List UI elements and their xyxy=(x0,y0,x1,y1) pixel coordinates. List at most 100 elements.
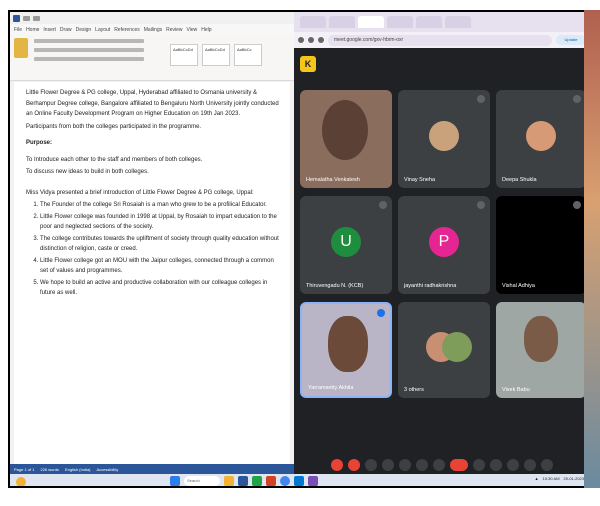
style-no-spacing[interactable]: AaBbCcDd xyxy=(202,44,230,66)
more-options-icon[interactable] xyxy=(433,459,445,471)
participant-name: Hemalatha Venkatesh xyxy=(306,177,360,183)
participant-tile[interactable]: Vinay Sneha xyxy=(398,90,490,188)
tab-home[interactable]: Home xyxy=(26,27,39,33)
chat-icon[interactable] xyxy=(507,459,519,471)
tab-file[interactable]: File xyxy=(14,27,22,33)
participant-tile[interactable]: Vivek Babu xyxy=(496,302,586,398)
browser-tab[interactable] xyxy=(329,16,355,28)
browser-toolbar: meet.google.com/gxv-hbrm-oxr Update xyxy=(294,32,590,48)
participant-name: Vivek Babu xyxy=(502,387,530,393)
tab-review[interactable]: Review xyxy=(166,27,182,33)
camera-icon[interactable] xyxy=(348,459,360,471)
browser-tab[interactable] xyxy=(387,16,413,28)
status-words: 226 words xyxy=(40,466,59,472)
tab-references[interactable]: References xyxy=(114,27,140,33)
list-item: Little Flower college got an MOU with th… xyxy=(40,256,282,277)
desktop-wallpaper-strip xyxy=(584,10,600,488)
tab-design[interactable]: Design xyxy=(76,27,92,33)
edge-icon[interactable] xyxy=(294,476,304,486)
file-explorer-icon[interactable] xyxy=(224,476,234,486)
doc-paragraph: Little Flower Degree & PG college, Uppal… xyxy=(26,90,279,117)
browser-window: meet.google.com/gxv-hbrm-oxr Update K He… xyxy=(294,12,590,474)
tab-mailings[interactable]: Mailings xyxy=(144,27,162,33)
participant-tile[interactable]: Vishal Adhiya xyxy=(496,196,586,294)
participant-tile[interactable]: 3 others xyxy=(398,302,490,398)
tab-draw[interactable]: Draw xyxy=(60,27,72,33)
weather-icon[interactable] xyxy=(16,477,26,486)
tab-help[interactable]: Help xyxy=(201,27,211,33)
people-icon[interactable] xyxy=(490,459,502,471)
document-page[interactable]: Little Flower Degree & PG college, Uppal… xyxy=(14,82,290,474)
word-status-bar: Page 1 of 1 226 words English (India) Ac… xyxy=(10,464,294,474)
tab-insert[interactable]: Insert xyxy=(43,27,56,33)
lock-icon[interactable] xyxy=(541,459,553,471)
captions-icon[interactable] xyxy=(365,459,377,471)
undo-icon[interactable] xyxy=(33,15,40,21)
present-icon[interactable] xyxy=(399,459,411,471)
avatar-initial: P xyxy=(429,227,459,257)
participant-tile[interactable]: Hemalatha Venkatesh xyxy=(300,90,392,188)
teams-icon[interactable] xyxy=(308,476,318,486)
meet-view: K Hemalatha Venkatesh Vinay Sneha Deepa … xyxy=(294,48,590,474)
word-ribbon: AaBbCcDd AaBbCcDd AaBbCc xyxy=(10,35,294,81)
participant-name: 3 others xyxy=(404,387,424,393)
font-controls[interactable] xyxy=(34,39,144,66)
back-icon[interactable] xyxy=(298,37,304,43)
avatar xyxy=(429,121,459,151)
wifi-icon[interactable]: ▲ xyxy=(535,476,539,481)
participant-name: Yarramsetty Akhila xyxy=(308,385,354,391)
list-item: We hope to build an active and productiv… xyxy=(40,278,282,299)
raise-hand-icon[interactable] xyxy=(416,459,428,471)
doc-paragraph: Participants from both the colleges part… xyxy=(26,123,202,130)
style-normal[interactable]: AaBbCcDd xyxy=(170,44,198,66)
start-icon[interactable] xyxy=(170,476,180,486)
participant-video xyxy=(322,100,368,160)
browser-tab[interactable] xyxy=(445,16,471,28)
tab-layout[interactable]: Layout xyxy=(95,27,110,33)
update-button[interactable]: Update xyxy=(556,35,586,45)
browser-tab[interactable] xyxy=(300,16,326,28)
participant-tile[interactable]: P jayanthi radhakrishna xyxy=(398,196,490,294)
reload-icon[interactable] xyxy=(318,37,324,43)
meet-controls xyxy=(294,456,590,474)
word-icon[interactable] xyxy=(238,476,248,486)
participant-name: Vishal Adhiya xyxy=(502,283,535,289)
status-page: Page 1 of 1 xyxy=(14,466,35,472)
word-title-bar xyxy=(10,12,294,24)
word-window: File Home Insert Draw Design Layout Refe… xyxy=(10,12,294,474)
emoji-icon[interactable] xyxy=(382,459,394,471)
hangup-button[interactable] xyxy=(450,459,468,471)
doc-intro: Miss Vidya presented a brief introductio… xyxy=(26,189,254,196)
paste-icon[interactable] xyxy=(14,38,28,58)
doc-heading: Purpose: xyxy=(26,140,53,146)
participant-name: Thiruvengadu N. (KCB) xyxy=(306,283,364,289)
participant-tile[interactable]: U Thiruvengadu N. (KCB) xyxy=(300,196,392,294)
powerpoint-icon[interactable] xyxy=(266,476,276,486)
style-heading[interactable]: AaBbCc xyxy=(234,44,262,66)
participant-name: Vinay Sneha xyxy=(404,177,436,183)
participant-tile-speaking[interactable]: Yarramsetty Akhila xyxy=(300,302,392,398)
mic-icon[interactable] xyxy=(331,459,343,471)
save-icon[interactable] xyxy=(23,15,30,21)
doc-list: The Founder of the college Sri Rosaiah i… xyxy=(26,200,282,299)
taskbar-apps: Search xyxy=(170,476,318,486)
clock-time[interactable]: 10:30 AM xyxy=(543,476,560,481)
chrome-icon[interactable] xyxy=(280,476,290,486)
excel-icon[interactable] xyxy=(252,476,262,486)
status-accessibility: Accessibility xyxy=(96,466,119,472)
mic-off-icon xyxy=(477,201,485,209)
activities-icon[interactable] xyxy=(524,459,536,471)
taskbar: Search ▲ 10:30 AM 20-01-2023 xyxy=(10,474,590,486)
browser-tab[interactable] xyxy=(416,16,442,28)
participant-tile[interactable]: Deepa Shukla xyxy=(496,90,586,188)
address-bar[interactable]: meet.google.com/gxv-hbrm-oxr xyxy=(328,34,552,46)
forward-icon[interactable] xyxy=(308,37,314,43)
info-icon[interactable] xyxy=(473,459,485,471)
browser-tab-active[interactable] xyxy=(358,16,384,28)
word-ribbon-tabs: File Home Insert Draw Design Layout Refe… xyxy=(10,24,294,35)
status-language: English (India) xyxy=(64,466,91,472)
clock-date[interactable]: 20-01-2023 xyxy=(564,476,584,481)
tab-view[interactable]: View xyxy=(187,27,198,33)
taskbar-search[interactable]: Search xyxy=(184,476,220,486)
avatar xyxy=(442,332,472,362)
